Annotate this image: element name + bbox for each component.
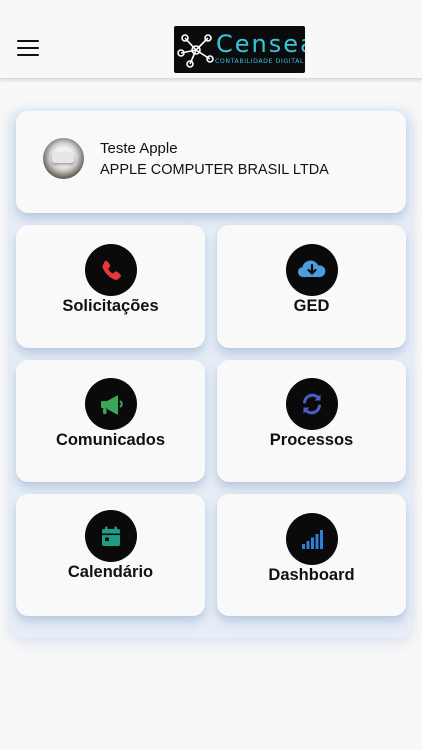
- cloud-download-icon: [285, 244, 338, 296]
- phone-icon: [84, 244, 137, 296]
- avatar: [43, 138, 84, 179]
- hamburger-menu-icon[interactable]: [17, 40, 39, 56]
- tile-dashboard[interactable]: Dashboard: [217, 494, 406, 616]
- tile-label: Calendário: [67, 563, 154, 581]
- app-header: Censea CONTABILIDADE DIGITAL: [0, 0, 422, 79]
- user-name: Teste Apple: [100, 140, 178, 157]
- logo-tagline: CONTABILIDADE DIGITAL: [215, 58, 305, 65]
- censea-logo: Censea CONTABILIDADE DIGITAL: [174, 26, 305, 73]
- tile-label: Comunicados: [55, 431, 166, 449]
- tile-label: Processos: [269, 431, 354, 449]
- megaphone-icon: [84, 378, 137, 430]
- sync-icon: [285, 378, 338, 430]
- tile-processos[interactable]: Processos: [217, 360, 406, 482]
- company-name: APPLE COMPUTER BRASIL LTDA: [100, 162, 329, 178]
- profile-card[interactable]: Teste Apple APPLE COMPUTER BRASIL LTDA: [16, 111, 406, 213]
- tile-label: GED: [293, 297, 330, 315]
- signal-bars-icon: [285, 513, 338, 565]
- tile-calendario[interactable]: Calendário: [16, 494, 205, 616]
- tile-label: Solicitações: [62, 297, 159, 315]
- tile-ged[interactable]: GED: [217, 225, 406, 348]
- logo-wordmark: Censea: [216, 30, 305, 58]
- tile-comunicados[interactable]: Comunicados: [16, 360, 205, 482]
- network-logo-icon: [177, 34, 214, 68]
- tile-solicitacoes[interactable]: Solicitações: [16, 225, 205, 348]
- calendar-icon: [84, 510, 137, 562]
- tile-label: Dashboard: [268, 566, 355, 584]
